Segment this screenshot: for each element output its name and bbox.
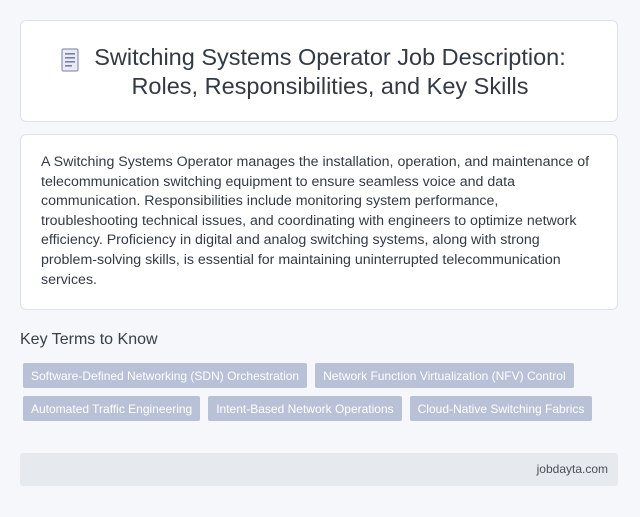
tag-row: Automated Traffic Engineering Intent-Bas… bbox=[23, 396, 603, 421]
page-title: Switching Systems Operator Job Descripti… bbox=[21, 43, 617, 101]
tag-row: Software-Defined Networking (SDN) Orches… bbox=[23, 363, 603, 388]
key-term-tag[interactable]: Software-Defined Networking (SDN) Orches… bbox=[23, 363, 308, 388]
key-term-tag[interactable]: Cloud-Native Switching Fabrics bbox=[409, 396, 593, 421]
key-terms-tag-list: Software-Defined Networking (SDN) Orches… bbox=[23, 363, 603, 429]
page-title-line-1: Switching Systems Operator Job Descripti… bbox=[94, 44, 566, 70]
title-card: Switching Systems Operator Job Descripti… bbox=[20, 20, 618, 122]
footer-site-link[interactable]: jobdayta.com bbox=[537, 462, 608, 476]
key-terms-heading: Key Terms to Know bbox=[20, 331, 158, 348]
description-card: A Switching Systems Operator manages the… bbox=[20, 134, 618, 310]
job-description-text: A Switching Systems Operator manages the… bbox=[41, 154, 590, 288]
footer-bar: jobdayta.com bbox=[20, 453, 618, 486]
key-term-tag[interactable]: Network Function Virtualization (NFV) Co… bbox=[315, 363, 574, 388]
key-term-tag[interactable]: Intent-Based Network Operations bbox=[208, 396, 402, 421]
key-term-tag[interactable]: Automated Traffic Engineering bbox=[23, 396, 201, 421]
page-title-line-2: Roles, Responsibilities, and Key Skills bbox=[131, 73, 529, 99]
